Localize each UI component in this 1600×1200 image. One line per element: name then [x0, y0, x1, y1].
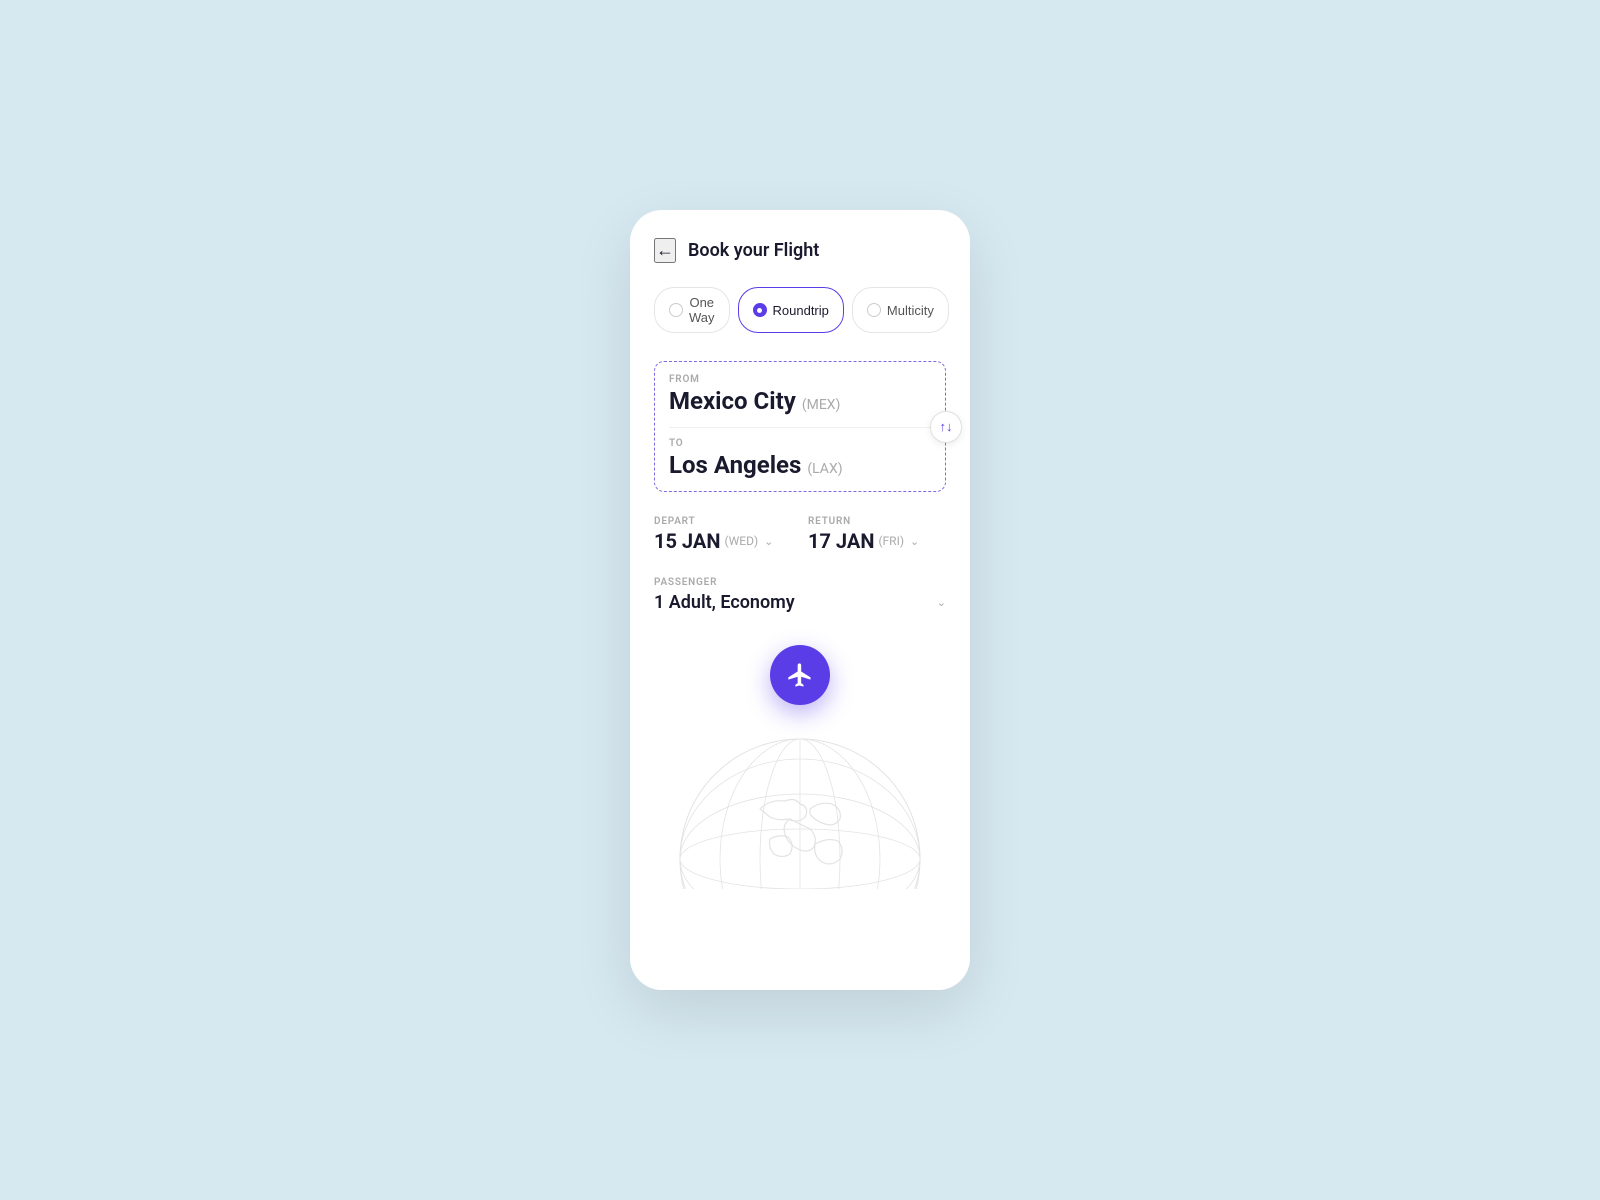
- passenger-section[interactable]: PASSENGER 1 Adult, Economy ⌄: [654, 577, 946, 613]
- depart-value-row: 15 JAN (WED) ⌄: [654, 529, 792, 553]
- back-button[interactable]: ←: [654, 238, 676, 263]
- multicity-radio: [867, 303, 881, 317]
- to-field[interactable]: TO Los Angeles (LAX): [669, 438, 931, 479]
- depart-label: DEPART: [654, 516, 792, 527]
- header: ← Book your Flight: [654, 238, 946, 263]
- return-value-row: 17 JAN (FRI) ⌄: [808, 529, 946, 553]
- to-label: TO: [669, 438, 931, 449]
- to-city: Los Angeles: [669, 451, 801, 479]
- depart-weekday: (WED): [724, 534, 758, 548]
- from-label: FROM: [669, 374, 931, 385]
- depart-day: 15 JAN: [654, 529, 720, 553]
- search-flights-button[interactable]: [770, 645, 830, 705]
- globe-icon: [670, 729, 930, 889]
- roundtrip-radio: [753, 303, 767, 317]
- airplane-icon: [786, 661, 814, 689]
- return-weekday: (FRI): [878, 534, 904, 548]
- return-day: 17 JAN: [808, 529, 874, 553]
- return-label: RETURN: [808, 516, 946, 527]
- roundtrip-label: Roundtrip: [773, 303, 829, 318]
- route-box: FROM Mexico City (MEX) TO Los Angeles (L…: [654, 361, 946, 492]
- roundtrip-button[interactable]: Roundtrip: [738, 287, 844, 333]
- to-code: (LAX): [807, 461, 842, 477]
- depart-field[interactable]: DEPART 15 JAN (WED) ⌄: [654, 516, 792, 553]
- passenger-label: PASSENGER: [654, 577, 946, 588]
- return-field[interactable]: RETURN 17 JAN (FRI) ⌄: [808, 516, 946, 553]
- search-button-wrap: [654, 645, 946, 705]
- from-city: Mexico City: [669, 387, 796, 415]
- passenger-value: 1 Adult, Economy: [654, 592, 795, 613]
- passenger-chevron-icon: ⌄: [937, 596, 946, 609]
- swap-button[interactable]: ↑↓: [930, 411, 962, 443]
- route-divider: [669, 427, 931, 428]
- passenger-value-row: 1 Adult, Economy ⌄: [654, 592, 946, 613]
- multicity-label: Multicity: [887, 303, 934, 318]
- depart-chevron-icon: ⌄: [764, 535, 773, 548]
- to-city-row: Los Angeles (LAX): [669, 451, 931, 479]
- one-way-radio: [669, 303, 683, 317]
- one-way-button[interactable]: One Way: [654, 287, 730, 333]
- trip-type-selector: One Way Roundtrip Multicity: [654, 287, 946, 333]
- page-title: Book your Flight: [688, 240, 819, 261]
- phone-card: ← Book your Flight One Way Roundtrip Mul…: [630, 210, 970, 990]
- from-city-row: Mexico City (MEX): [669, 387, 931, 415]
- route-section: FROM Mexico City (MEX) TO Los Angeles (L…: [654, 361, 946, 492]
- globe-background: [630, 729, 970, 889]
- return-chevron-icon: ⌄: [910, 535, 919, 548]
- from-code: (MEX): [802, 397, 841, 413]
- from-field[interactable]: FROM Mexico City (MEX): [669, 374, 931, 415]
- dates-section: DEPART 15 JAN (WED) ⌄ RETURN 17 JAN (FRI…: [654, 516, 946, 553]
- multicity-button[interactable]: Multicity: [852, 287, 949, 333]
- one-way-label: One Way: [689, 295, 715, 325]
